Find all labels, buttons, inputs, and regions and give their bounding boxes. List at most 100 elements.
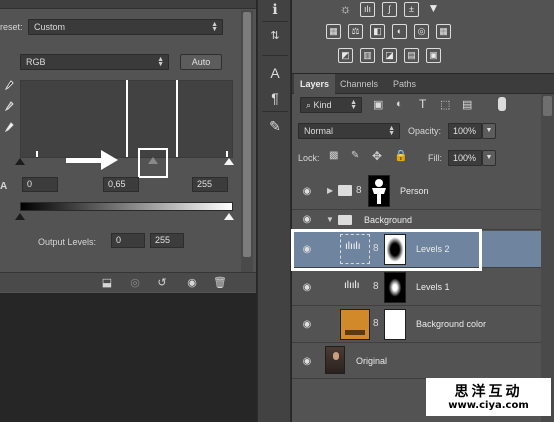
levels-histogram (20, 80, 233, 158)
layer-row-person[interactable]: ◉ ▶ 8 Person (292, 173, 554, 210)
chain-link-icon[interactable]: 8 (356, 185, 362, 196)
layer-mask-thumbnail[interactable] (384, 272, 406, 303)
filter-pixel-icon[interactable]: ▣ (373, 98, 383, 111)
dropdown-arrows-icon: ▲ ▼ (388, 125, 395, 137)
input-white-field[interactable]: 255 (192, 177, 228, 192)
input-black-field[interactable]: 0 (22, 177, 58, 192)
output-black-field[interactable]: 0 (111, 233, 145, 248)
properties-panel-header (0, 0, 256, 9)
filter-smart-object-icon[interactable]: ▤ (462, 98, 472, 111)
tool-presets-icon[interactable]: ✎ (266, 117, 284, 135)
reset-icon[interactable]: ↺ (155, 276, 169, 290)
chain-link-icon[interactable]: 8 (373, 318, 379, 329)
delete-icon[interactable]: 🗑 (213, 276, 227, 290)
tab-paths[interactable]: Paths (387, 74, 422, 94)
input-black-slider[interactable] (15, 158, 25, 165)
eye-icon[interactable]: ◉ (301, 186, 313, 197)
search-icon: ⌕ (306, 100, 314, 110)
view-previous-state-icon[interactable]: ◎ (128, 276, 142, 290)
paragraph-icon[interactable]: ¶ (266, 89, 284, 107)
auto-button[interactable]: Auto (180, 54, 222, 70)
eye-icon[interactable]: ◉ (301, 214, 313, 225)
channel-mixer-icon[interactable]: ◎ (414, 24, 429, 39)
preset-dropdown[interactable]: Custom ▲ ▼ (28, 19, 223, 35)
panel-dock-strip: ℹ ⇅ A ¶ ✎ (257, 0, 291, 422)
tab-channels[interactable]: Channels (334, 74, 384, 94)
opacity-field[interactable]: 100% (448, 123, 482, 139)
filter-shape-icon[interactable]: ⬚ (440, 98, 450, 111)
filter-adjustment-icon[interactable]: ◐ (396, 98, 403, 110)
adjustments-panel: ☼ ılı ∫ ± ▼ ▦ ⚖ ◧ ◐ ◎ ▦ ◩ ▥ ◪ ▤ ▣ (292, 0, 554, 73)
group-folder-icon (338, 185, 352, 196)
black-white-icon[interactable]: ◧ (370, 24, 385, 39)
brightness-contrast-icon[interactable]: ☼ (338, 2, 353, 17)
output-white-slider[interactable] (224, 213, 234, 220)
lock-image-icon[interactable]: ✎ (351, 150, 359, 161)
channel-dropdown[interactable]: RGB ▲ ▼ (20, 54, 169, 70)
eye-icon[interactable]: ◉ (301, 356, 313, 367)
info-icon[interactable]: ℹ (266, 0, 284, 18)
lock-label: Lock: (298, 153, 320, 163)
layer-row-background-color[interactable]: ◉ 8 Background color (292, 306, 554, 343)
dropdown-arrows-icon: ▲ ▼ (211, 21, 218, 33)
curves-icon[interactable]: ∫ (382, 2, 397, 17)
photo-filter-icon[interactable]: ◐ (392, 24, 407, 39)
exposure-icon[interactable]: ± (404, 2, 419, 17)
threshold-icon[interactable]: ◪ (382, 48, 397, 63)
gray-point-eyedropper-icon[interactable] (4, 101, 14, 113)
histogram-spike (36, 151, 38, 157)
color-fill-thumbnail[interactable] (340, 309, 370, 340)
output-black-slider[interactable] (15, 213, 25, 220)
layer-name: Levels 1 (416, 282, 450, 292)
visibility-icon[interactable]: ◉ (185, 276, 199, 290)
clip-to-layer-icon[interactable]: ⬓ (100, 276, 114, 290)
opacity-dropdown-button[interactable]: ▼ (482, 123, 496, 139)
vibrance-icon[interactable]: ▼ (426, 2, 441, 17)
output-white-field[interactable]: 255 (150, 233, 184, 248)
input-gamma-field[interactable]: 0,65 (103, 177, 139, 192)
filter-toggle-icon[interactable] (498, 97, 506, 111)
properties-scrollbar-thumb[interactable] (243, 12, 251, 257)
hue-saturation-icon[interactable]: ▦ (326, 24, 341, 39)
layer-row-original[interactable]: ◉ Original (292, 343, 554, 379)
color-lookup-icon[interactable]: ▦ (436, 24, 451, 39)
black-point-eyedropper-icon[interactable] (4, 80, 14, 92)
eye-icon[interactable]: ◉ (301, 319, 313, 330)
selective-color-icon[interactable]: ▣ (426, 48, 441, 63)
layer-name: Person (400, 186, 429, 196)
character-icon[interactable]: A (266, 64, 284, 82)
color-fill-bar (345, 330, 365, 335)
blend-mode-dropdown[interactable]: Normal ▲ ▼ (298, 123, 400, 139)
levels-2-highlight (291, 229, 482, 271)
lock-transparent-icon[interactable]: ▩ (329, 150, 338, 161)
invert-icon[interactable]: ◩ (338, 48, 353, 63)
eye-icon[interactable]: ◉ (301, 282, 313, 293)
layer-row-background-group[interactable]: ◉ ▼ Background (292, 211, 554, 230)
photo-thumbnail[interactable] (325, 346, 345, 374)
levels-icon[interactable]: ılı (360, 2, 375, 17)
input-white-slider[interactable] (224, 158, 234, 165)
layer-mask-thumbnail[interactable] (368, 175, 390, 207)
gamma-slider-highlight (138, 148, 168, 178)
filter-kind-dropdown[interactable]: ⌕ Kind ▲ ▼ (300, 97, 362, 113)
chain-link-icon[interactable]: 8 (373, 281, 379, 292)
fill-dropdown-button[interactable]: ▼ (482, 150, 496, 166)
tab-layers[interactable]: Layers (294, 74, 336, 94)
collapse-arrow-icon[interactable]: ▼ (326, 215, 334, 224)
layer-mask-thumbnail[interactable] (384, 309, 406, 340)
color-balance-icon[interactable]: ⚖ (348, 24, 363, 39)
layers-scrollbar[interactable] (541, 94, 554, 422)
filter-type-icon[interactable]: T (419, 97, 426, 111)
blend-mode-value: Normal (304, 126, 334, 136)
fill-field[interactable]: 100% (448, 150, 482, 166)
gradient-map-icon[interactable]: ▤ (404, 48, 419, 63)
layers-scrollbar-thumb[interactable] (543, 96, 552, 116)
output-levels-label: Output Levels: (38, 237, 97, 247)
layer-row-levels-1[interactable]: ◉ ılıılı 8 Levels 1 (292, 269, 554, 306)
history-icon[interactable]: ⇅ (266, 27, 284, 45)
expand-arrow-icon[interactable]: ▶ (327, 186, 333, 195)
lock-position-icon[interactable]: ✥ (372, 149, 382, 163)
white-point-eyedropper-icon[interactable] (4, 122, 14, 134)
lock-all-icon[interactable]: 🔒 (394, 149, 408, 162)
posterize-icon[interactable]: ▥ (360, 48, 375, 63)
